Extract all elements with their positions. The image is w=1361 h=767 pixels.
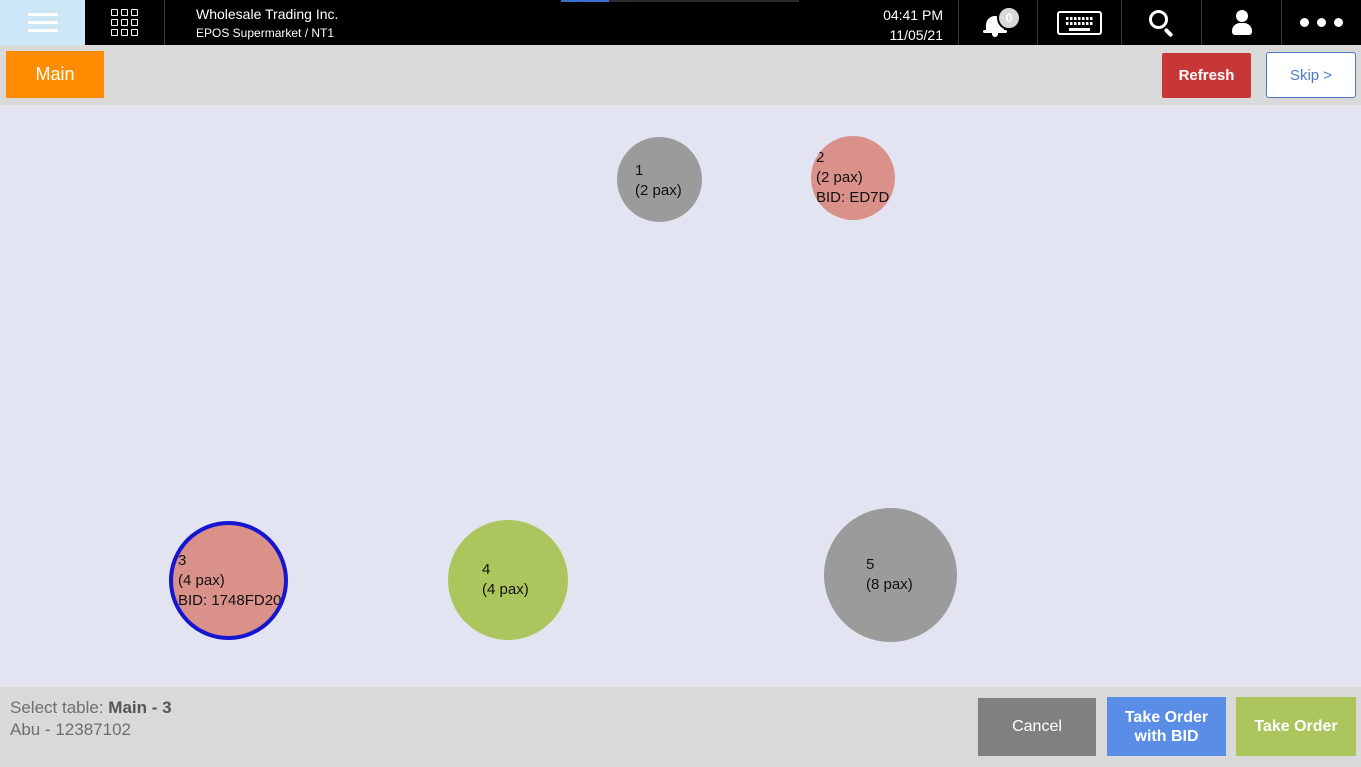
- selected-table-value: Main - 3: [108, 698, 172, 717]
- table-pax: (2 pax): [816, 169, 863, 186]
- more-icon: [1300, 18, 1343, 27]
- table-number: 4: [482, 561, 491, 578]
- hamburger-icon: [27, 11, 58, 35]
- take-order-button[interactable]: Take Order: [1236, 697, 1356, 756]
- area-toolbar: Main Refresh Skip >: [0, 45, 1361, 105]
- loading-progress-bar: [561, 0, 799, 2]
- table-pax: (2 pax): [635, 181, 682, 199]
- loading-progress-fill: [561, 0, 609, 2]
- customer-info: Abu - 12387102: [10, 720, 131, 739]
- select-table-label: Select table:: [10, 698, 109, 717]
- top-bar: Wholesale Trading Inc. EPOS Supermarket …: [0, 0, 1361, 45]
- company-name: Wholesale Trading Inc.: [196, 6, 339, 22]
- current-date: 11/05/21: [889, 27, 943, 43]
- company-info: Wholesale Trading Inc. EPOS Supermarket …: [196, 5, 338, 42]
- notifications-button[interactable]: 0: [958, 0, 1038, 45]
- search-icon: [1148, 9, 1175, 37]
- table-3-selected[interactable]: 3 (4 pax) BID: 1748FD20: [169, 521, 288, 640]
- table-bid: BID: 1748FD20: [178, 591, 282, 609]
- selected-table-line: Select table: Main - 3: [10, 697, 172, 719]
- table-number: 2: [816, 149, 825, 166]
- keyboard-button[interactable]: [1038, 0, 1122, 45]
- refresh-button[interactable]: Refresh: [1162, 53, 1251, 98]
- selection-info: Select table: Main - 3 Abu - 12387102: [10, 697, 172, 741]
- more-button[interactable]: [1282, 0, 1361, 45]
- user-icon: [1231, 9, 1252, 36]
- keyboard-icon: [1057, 10, 1102, 35]
- app-grid-icon: [111, 9, 138, 36]
- table-pax: (4 pax): [482, 581, 529, 598]
- notification-count-badge: 0: [997, 5, 1021, 30]
- take-order-with-bid-button[interactable]: Take Order with BID: [1107, 697, 1226, 756]
- table-5[interactable]: 5 (8 pax): [824, 508, 957, 642]
- bell-icon: 0: [983, 5, 1021, 38]
- table-number: 1: [635, 161, 644, 179]
- table-2[interactable]: 2 (2 pax) BID: ED7D: [811, 136, 895, 220]
- table-pax: (8 pax): [866, 576, 913, 593]
- cancel-button[interactable]: Cancel: [978, 698, 1096, 756]
- area-tab-main[interactable]: Main: [6, 51, 104, 98]
- apps-button[interactable]: [85, 0, 165, 45]
- table-pax: (4 pax): [178, 571, 225, 589]
- menu-button[interactable]: [0, 0, 85, 45]
- skip-button[interactable]: Skip >: [1266, 52, 1356, 98]
- date-time: 04:41 PM 11/05/21: [858, 5, 943, 45]
- floor-plan: 1 (2 pax) 2 (2 pax) BID: ED7D 3 (4 pax) …: [0, 105, 1361, 687]
- company-subtitle: EPOS Supermarket / NT1: [196, 26, 335, 40]
- search-button[interactable]: [1122, 0, 1202, 45]
- user-button[interactable]: [1202, 0, 1282, 45]
- table-number: 5: [866, 556, 875, 573]
- table-number: 3: [178, 551, 187, 569]
- table-4[interactable]: 4 (4 pax): [448, 520, 568, 640]
- footer-bar: Select table: Main - 3 Abu - 12387102 Ca…: [0, 687, 1361, 767]
- current-time: 04:41 PM: [883, 7, 943, 23]
- table-1[interactable]: 1 (2 pax): [617, 137, 702, 222]
- table-bid: BID: ED7D: [816, 189, 890, 206]
